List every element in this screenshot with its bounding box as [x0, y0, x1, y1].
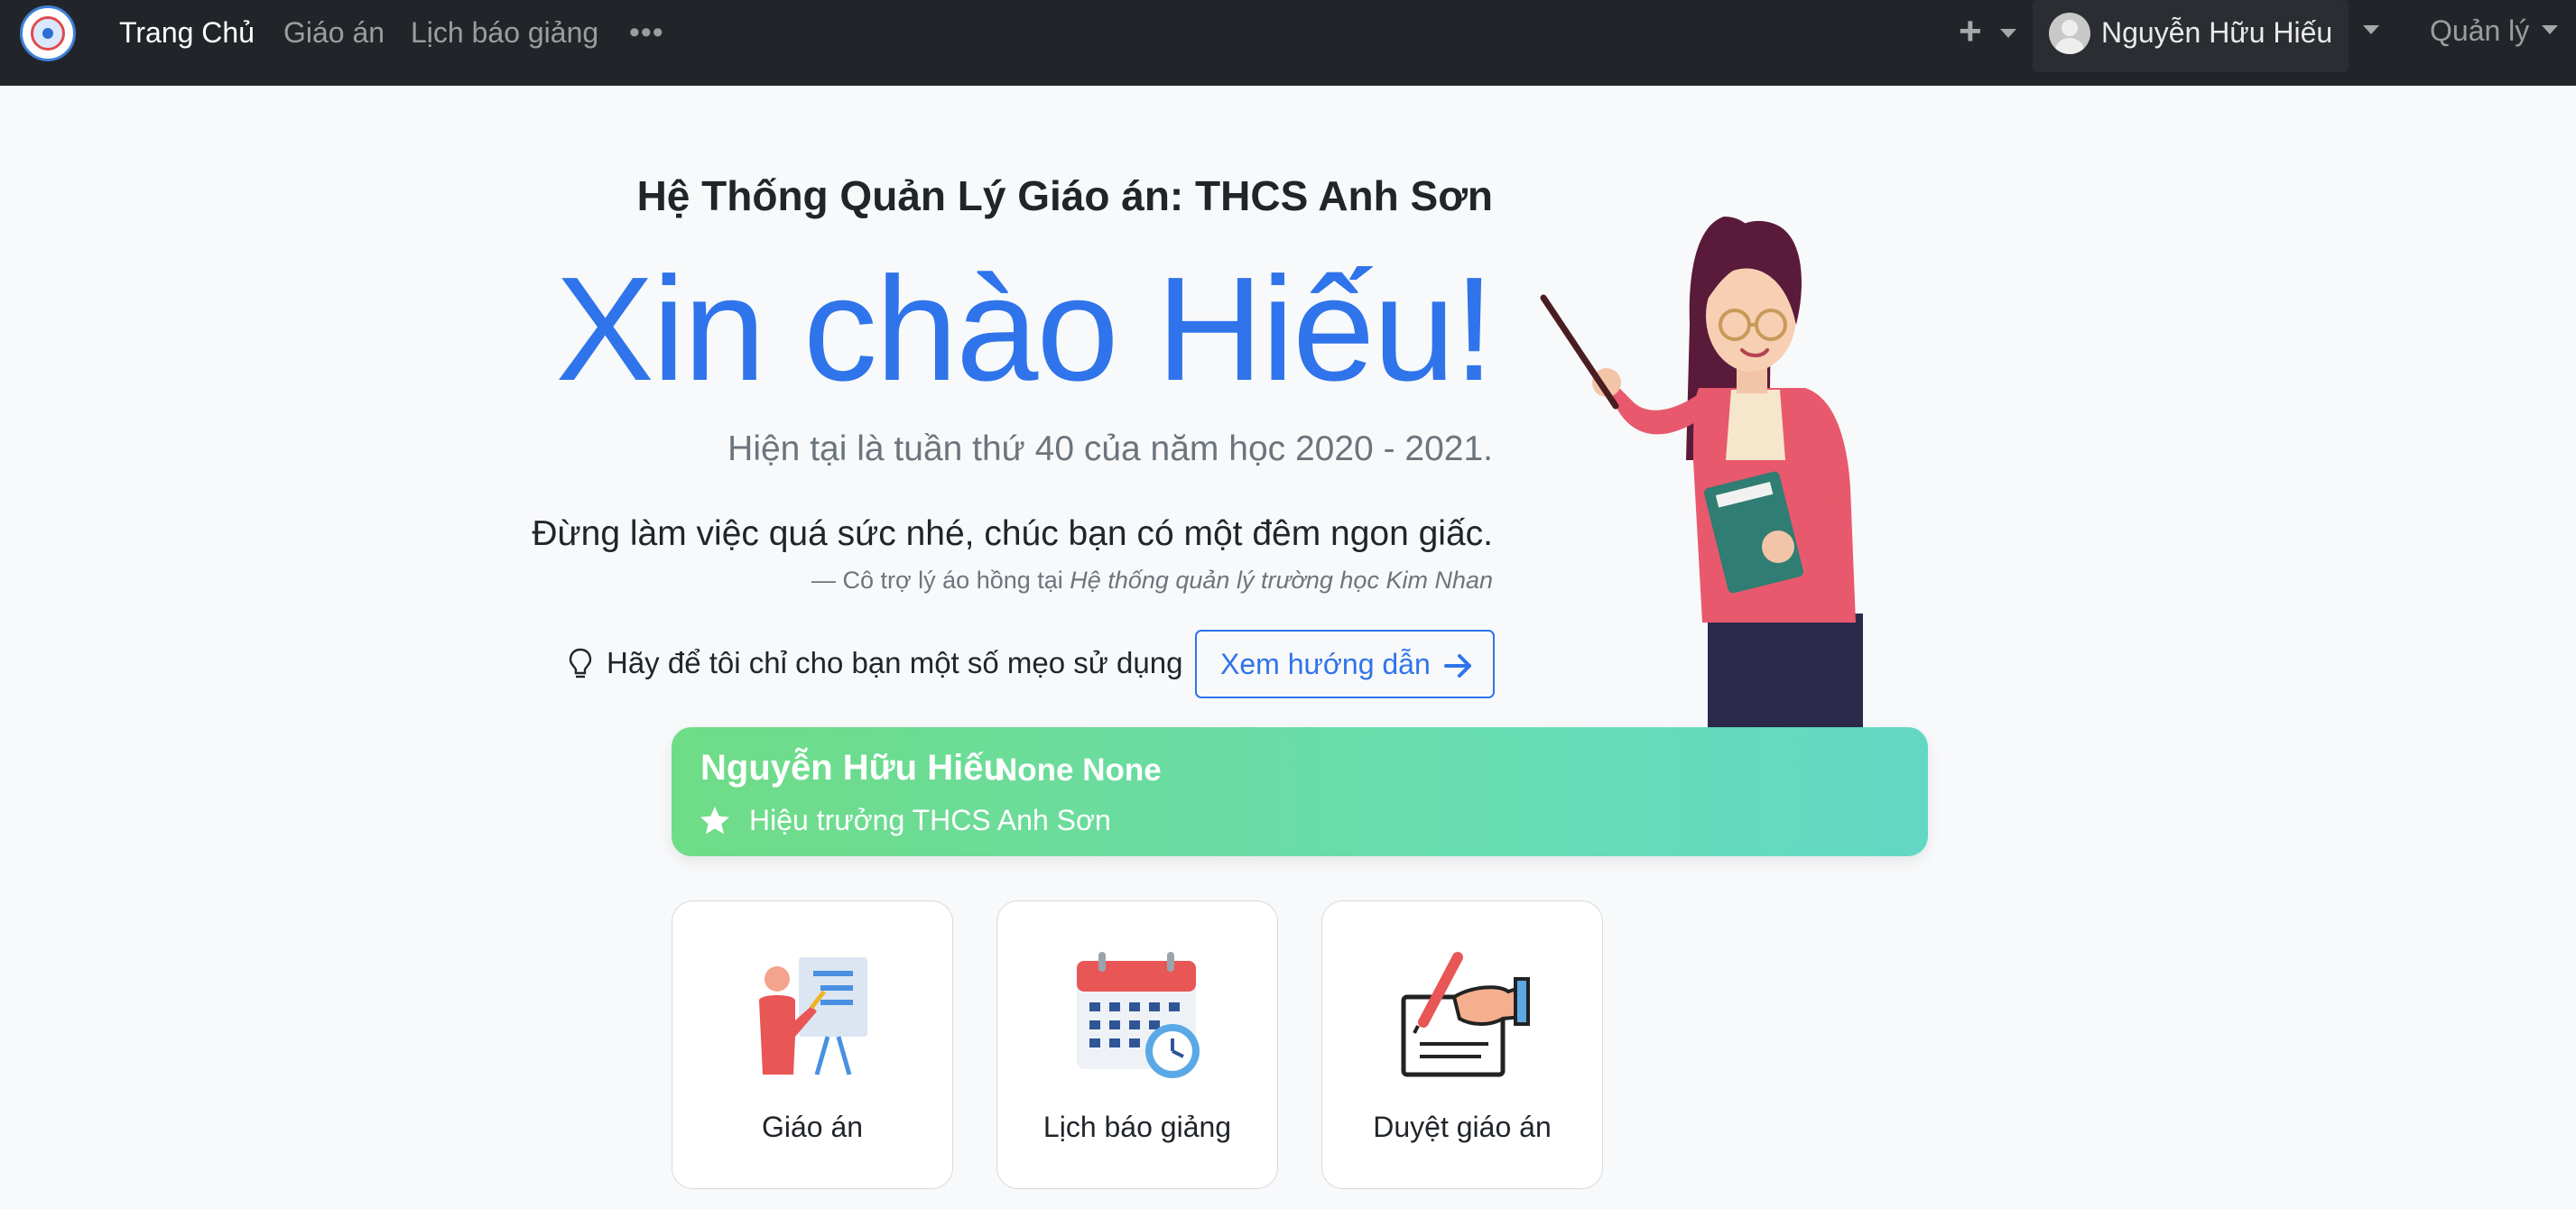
- quote-source-place: Hệ thống quản lý trường học Kim Nhan: [1070, 567, 1493, 594]
- nav-link-home[interactable]: Trang Chủ: [119, 14, 255, 51]
- top-navbar: Trang Chủ Giáo án Lịch báo giảng ••• + N…: [0, 0, 2576, 86]
- quote-source-prefix: — Cô trợ lý áo hồng tại: [811, 567, 1063, 594]
- tile-label: Duyệt giáo án: [1373, 1111, 1552, 1143]
- tile-approve-lesson-plans[interactable]: Duyệt giáo án: [1321, 900, 1603, 1189]
- greeting-heading: Xin chào Hiếu!: [555, 246, 1495, 411]
- logo-emblem: [31, 16, 65, 51]
- guide-button-label: Xem hướng dẫn: [1220, 648, 1431, 680]
- tile-lesson-plans[interactable]: Giáo án: [672, 900, 953, 1189]
- quote-source: — Cô trợ lý áo hồng tại Hệ thống quản lý…: [811, 567, 1493, 595]
- lightbulb-icon: [569, 648, 592, 678]
- manage-dropdown[interactable]: Quản lý: [2430, 13, 2529, 49]
- tile-teaching-schedule[interactable]: Lịch báo giảng: [996, 900, 1278, 1189]
- tile-label: Lịch báo giảng: [1042, 1111, 1232, 1143]
- plus-icon: +: [1959, 9, 1982, 53]
- calendar-clock-icon: [1077, 952, 1200, 1078]
- nav-link-teaching-schedule[interactable]: Lịch báo giảng: [411, 14, 598, 51]
- user-menu-button[interactable]: Nguyễn Hữu Hiếu: [2033, 0, 2379, 72]
- manage-label: Quản lý: [2430, 14, 2530, 47]
- more-menu-icon[interactable]: •••: [629, 14, 664, 51]
- nav-link-lesson-plans[interactable]: Giáo án: [283, 14, 385, 51]
- chevron-down-icon: [2363, 25, 2379, 34]
- avatar: [2049, 13, 2090, 54]
- tip-text: Hãy để tôi chỉ cho bạn một số mẹo sử dụn…: [607, 646, 1183, 679]
- arrow-right-icon: [1444, 654, 1471, 678]
- add-dropdown-button[interactable]: +: [1957, 9, 2020, 54]
- profile-card: Nguyễn Hữu Hiếu None None Hiệu trưởng TH…: [672, 727, 1928, 856]
- profile-name: Nguyễn Hữu Hiếu: [700, 748, 1005, 788]
- profile-extra: None None: [995, 752, 1162, 788]
- teacher-illustration: [1540, 217, 1863, 727]
- week-info: Hiện tại là tuần thứ 40 của năm học 2020…: [727, 429, 1493, 468]
- chevron-down-icon: [2542, 25, 2558, 34]
- sign-document-icon: [1401, 952, 1530, 1077]
- system-title: Hệ Thống Quản Lý Giáo án: THCS Anh Sơn: [636, 172, 1493, 219]
- teacher-board-icon: [759, 957, 867, 1075]
- view-guide-button[interactable]: Xem hướng dẫn: [1195, 630, 1495, 698]
- user-name: Nguyễn Hữu Hiếu: [2101, 16, 2333, 49]
- assistant-quote: Đừng làm việc quá sức nhé, chúc bạn có m…: [532, 514, 1493, 553]
- profile-role: Hiệu trưởng THCS Anh Sơn: [749, 804, 1111, 836]
- school-logo-icon[interactable]: [20, 5, 76, 61]
- chevron-down-icon: [2000, 29, 2016, 38]
- tile-label: Giáo án: [761, 1111, 864, 1143]
- star-icon: [700, 807, 729, 835]
